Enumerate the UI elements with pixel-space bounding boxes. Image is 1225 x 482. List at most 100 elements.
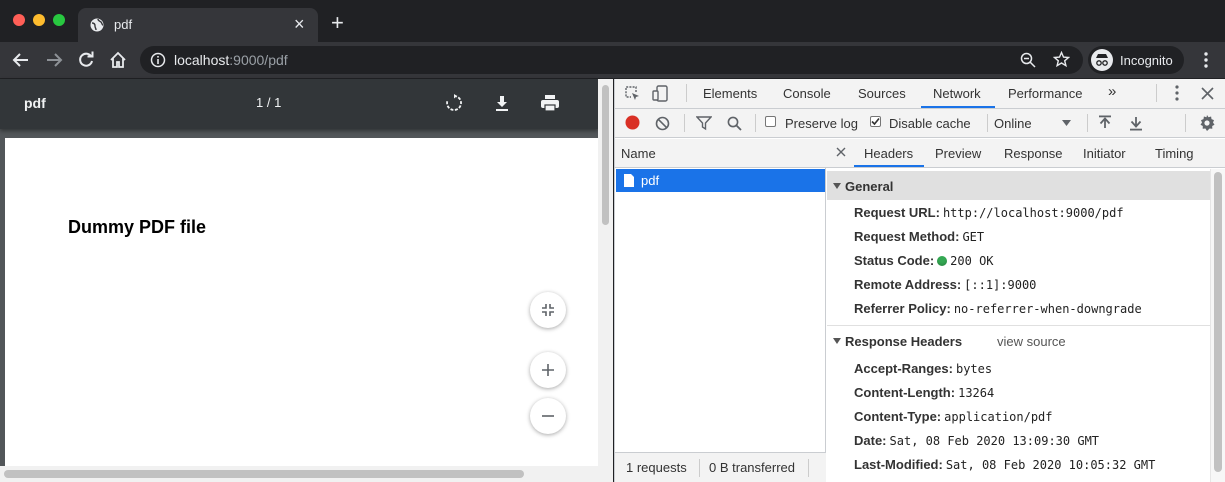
header-value: 200 OK [950,254,994,268]
tab-sources[interactable]: Sources [858,86,906,101]
header-row: Status Code: 200 OK [854,252,994,272]
site-info-icon[interactable] [150,52,166,68]
header-row: Accept-Ranges: bytes [854,360,992,380]
expand-triangle-icon [833,338,841,344]
bookmark-star-icon[interactable] [1053,51,1070,68]
tab-timing[interactable]: Timing [1155,146,1194,161]
devtools-close-icon[interactable] [1201,87,1214,100]
section-general[interactable]: General [827,171,1210,200]
preserve-log-label: Preserve log [785,116,858,131]
print-icon[interactable] [540,94,560,112]
address-bar[interactable]: localhost:9000/pdf [140,46,1083,74]
chevron-down-icon[interactable] [1062,120,1071,126]
header-row: Content-Type: application/pdf [854,408,1053,428]
search-icon[interactable] [727,116,742,131]
request-row[interactable]: pdf [616,169,825,192]
column-header-name[interactable]: Name [621,146,656,161]
footer-separator [699,459,700,477]
zoom-out-button[interactable] [530,398,566,434]
preserve-log-checkbox[interactable] [765,116,776,127]
window-zoom-button[interactable] [53,14,65,26]
tab-initiator[interactable]: Initiator [1083,146,1126,161]
tab-response[interactable]: Response [1004,146,1063,161]
header-row: Last-Modified: Sat, 08 Feb 2020 10:05:32 … [854,456,1155,476]
details-close-icon[interactable] [836,147,846,157]
back-arrow-icon[interactable] [12,51,30,69]
device-toolbar-icon[interactable] [652,85,670,102]
rotate-icon[interactable] [445,94,463,112]
pdf-horizontal-scroll-thumb[interactable] [4,470,524,478]
pdf-page: Dummy PDF file [5,138,598,466]
reload-icon[interactable] [77,51,95,69]
devtools-menu-icon[interactable] [1175,85,1179,101]
toolbar-separator [1156,84,1157,102]
fit-to-page-button[interactable] [530,292,566,328]
zoom-in-button[interactable] [530,352,566,388]
section-title: General [845,179,894,194]
header-value: GET [962,230,985,244]
browser-tab[interactable]: pdf × [78,8,318,42]
header-row: Referrer Policy: no-referrer-when-downgra… [854,300,1142,320]
tab-elements[interactable]: Elements [703,86,757,101]
footer-separator [808,459,809,477]
new-tab-button[interactable]: + [331,12,344,34]
header-key: Accept-Ranges: [854,361,953,376]
tab-close-icon[interactable]: × [294,15,305,33]
document-icon [623,173,635,188]
network-summary-bar: 1 requests 0 B transferred [615,452,826,482]
header-key: Request Method: [854,229,960,244]
toolbar-separator [684,114,685,132]
browser-menu-icon[interactable] [1203,51,1209,69]
url-text: localhost:9000/pdf [174,52,288,68]
throttling-select[interactable]: Online [994,116,1032,131]
header-row: Content-Length: 13264 [854,384,994,404]
section-response-headers[interactable]: Response Headers view source [827,326,1210,355]
incognito-profile-button[interactable]: Incognito [1088,46,1184,74]
zoom-icon[interactable] [1020,52,1036,68]
tab-performance[interactable]: Performance [1008,86,1082,101]
record-icon[interactable] [625,115,640,130]
toolbar-separator [755,114,756,132]
download-icon[interactable] [493,94,511,112]
transferred-size: 0 B transferred [709,460,795,475]
tab-network[interactable]: Network [933,86,981,101]
header-key: Content-Length: [854,385,956,400]
header-key: Date: [854,433,887,448]
header-value: no-referrer-when-downgrade [953,302,1142,316]
window-close-button[interactable] [13,14,25,26]
filter-icon[interactable] [696,116,712,131]
import-har-icon[interactable] [1098,115,1112,131]
details-scroll-thumb[interactable] [1214,172,1222,472]
toolbar-separator [686,84,687,102]
tab-preview[interactable]: Preview [935,146,981,161]
network-toolbar: Preserve log Disable cache Online [615,109,1225,138]
header-value: Sat, 08 Feb 2020 10:05:32 GMT [945,458,1156,472]
home-icon[interactable] [109,51,127,69]
inspect-element-icon[interactable] [624,85,641,102]
header-key: Last-Modified: [854,457,943,472]
gear-icon[interactable] [1198,114,1216,132]
request-details-tab-bar: Headers Preview Response Initiator Timin… [826,139,1225,168]
tab-title: pdf [114,17,133,32]
clear-icon[interactable] [655,116,670,131]
tab-headers[interactable]: Headers [864,146,913,161]
view-source-link[interactable]: view source [997,334,1066,349]
header-row: Request Method: GET [854,228,984,248]
pdf-vertical-scroll-thumb[interactable] [602,85,609,225]
toolbar-separator [1185,114,1186,132]
headers-pane: General Request URL: http://localhost:900… [827,169,1210,482]
plus-icon [541,363,555,377]
header-row: Date: Sat, 08 Feb 2020 13:09:30 GMT [854,432,1099,452]
incognito-icon [1091,49,1113,71]
header-key: Status Code: [854,253,935,268]
disable-cache-checkbox[interactable] [870,116,881,127]
header-row: Request URL: http://localhost:9000/pdf [854,204,1124,224]
header-key: Remote Address: [854,277,962,292]
window-minimize-button[interactable] [33,14,45,26]
globe-icon [90,18,104,32]
export-har-icon[interactable] [1129,115,1143,131]
header-key: Content-Type: [854,409,942,424]
tab-console[interactable]: Console [783,86,831,101]
more-tabs-button[interactable]: » [1108,83,1116,100]
forward-arrow-icon[interactable] [45,51,63,69]
